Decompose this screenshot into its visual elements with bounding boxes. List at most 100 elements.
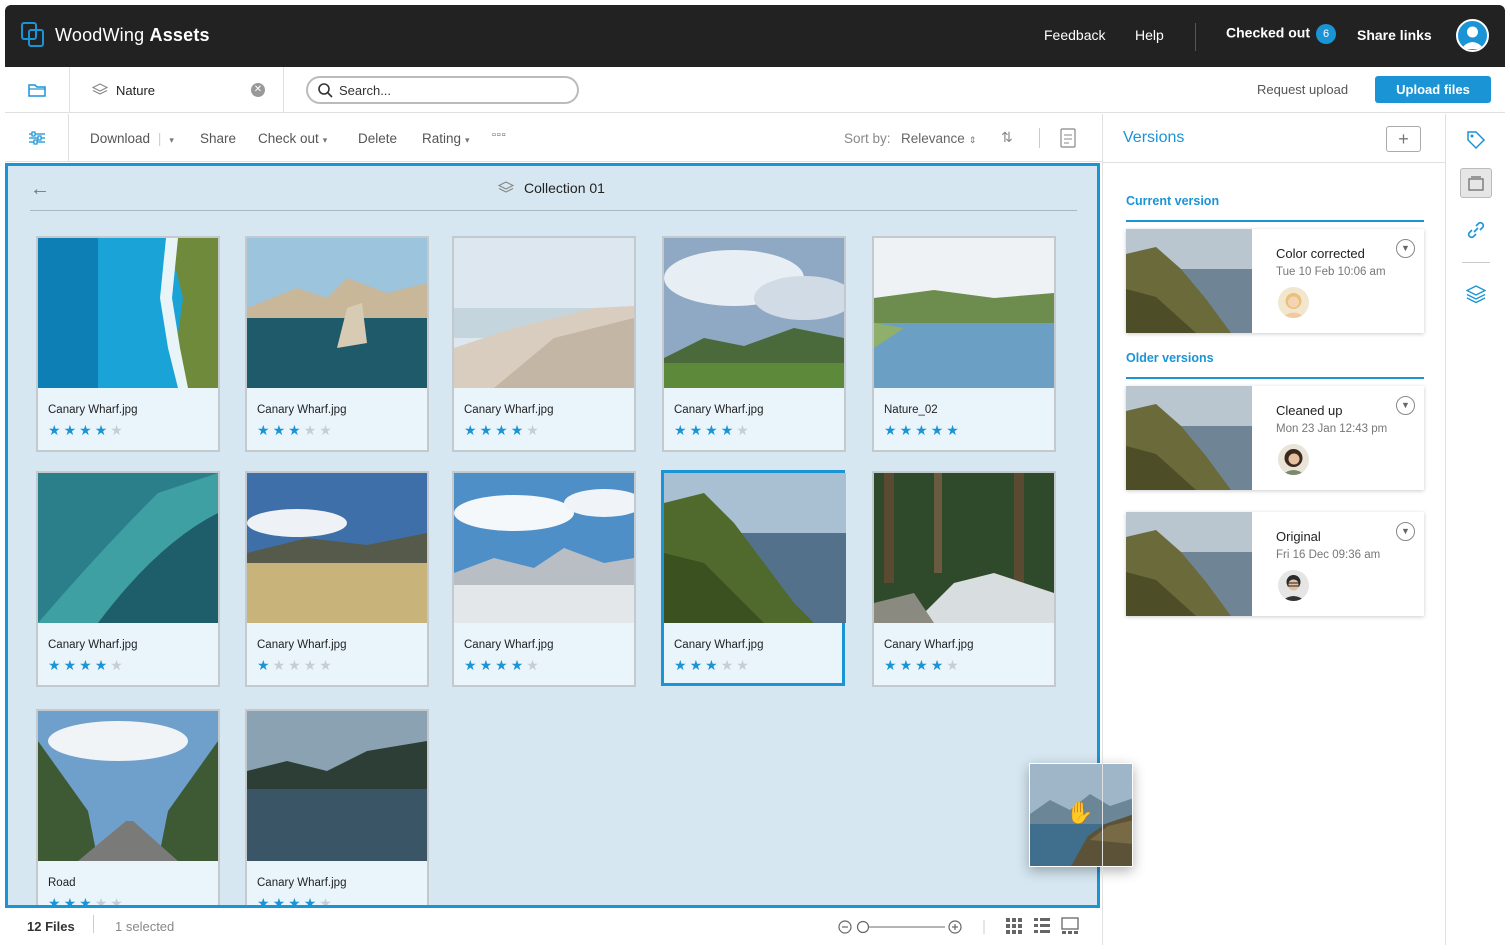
star-filled-icon[interactable]: ★ xyxy=(48,895,64,905)
star-filled-icon[interactable]: ★ xyxy=(304,895,320,905)
feedback-link[interactable]: Feedback xyxy=(1044,27,1105,43)
app-logo[interactable]: WoodWing Assets xyxy=(21,22,210,48)
star-filled-icon[interactable]: ★ xyxy=(79,422,95,438)
star-filled-icon[interactable]: ★ xyxy=(511,422,527,438)
asset-card[interactable]: Nature_02 ★★★★★ xyxy=(872,236,1056,452)
star-empty-icon[interactable]: ★ xyxy=(721,657,737,673)
link-icon[interactable] xyxy=(1464,218,1488,242)
asset-card[interactable]: Canary Wharf.jpg ★★★★★ xyxy=(872,471,1056,687)
share-button[interactable]: Share xyxy=(200,131,236,146)
asset-card[interactable]: Canary Wharf.jpg ★★★★★ xyxy=(245,236,429,452)
share-links-link[interactable]: Share links xyxy=(1357,27,1432,43)
asset-rating[interactable]: ★★★★★ xyxy=(674,422,752,439)
asset-card[interactable]: Canary Wharf.jpg ★★★★★ xyxy=(245,471,429,687)
star-empty-icon[interactable]: ★ xyxy=(319,895,335,905)
star-empty-icon[interactable]: ★ xyxy=(526,657,542,673)
star-filled-icon[interactable]: ★ xyxy=(705,422,721,438)
star-filled-icon[interactable]: ★ xyxy=(495,657,511,673)
asset-rating[interactable]: ★★★★★ xyxy=(48,422,126,439)
tag-icon[interactable] xyxy=(1464,128,1488,152)
star-filled-icon[interactable]: ★ xyxy=(690,657,706,673)
star-filled-icon[interactable]: ★ xyxy=(273,895,289,905)
list-view-icon[interactable] xyxy=(1033,917,1051,935)
asset-rating[interactable]: ★★★★★ xyxy=(257,422,335,439)
star-filled-icon[interactable]: ★ xyxy=(931,657,947,673)
star-filled-icon[interactable]: ★ xyxy=(48,422,64,438)
star-empty-icon[interactable]: ★ xyxy=(946,657,962,673)
star-filled-icon[interactable]: ★ xyxy=(288,895,304,905)
star-filled-icon[interactable]: ★ xyxy=(95,657,111,673)
star-filled-icon[interactable]: ★ xyxy=(915,422,931,438)
asset-card[interactable]: Canary Wharf.jpg ★★★★★ xyxy=(452,471,636,687)
version-card-current[interactable]: Color corrected Tue 10 Feb 10:06 am ▼ xyxy=(1126,229,1424,333)
add-version-button[interactable]: + xyxy=(1386,126,1421,152)
sort-dropdown[interactable]: Relevance ⇕ xyxy=(901,131,976,146)
grid-view-icon[interactable] xyxy=(1005,917,1023,935)
star-empty-icon[interactable]: ★ xyxy=(736,422,752,438)
star-empty-icon[interactable]: ★ xyxy=(288,657,304,673)
details-panel-toggle[interactable] xyxy=(1060,128,1076,151)
star-filled-icon[interactable]: ★ xyxy=(946,422,962,438)
star-filled-icon[interactable]: ★ xyxy=(884,657,900,673)
rating-button[interactable]: Rating ▾ xyxy=(422,131,470,146)
help-link[interactable]: Help xyxy=(1135,27,1164,43)
star-filled-icon[interactable]: ★ xyxy=(464,657,480,673)
asset-card[interactable]: Canary Wharf.jpg ★★★★★ xyxy=(36,471,220,687)
asset-rating[interactable]: ★★★★★ xyxy=(464,657,542,674)
star-empty-icon[interactable]: ★ xyxy=(304,422,320,438)
star-empty-icon[interactable]: ★ xyxy=(319,657,335,673)
star-empty-icon[interactable]: ★ xyxy=(95,895,111,905)
upload-files-button[interactable]: Upload files xyxy=(1375,76,1491,103)
zoom-slider[interactable] xyxy=(837,919,1007,935)
back-arrow-icon[interactable]: ← xyxy=(30,178,50,201)
sort-direction-icon[interactable]: ⇅ xyxy=(1001,129,1013,146)
version-expand-icon[interactable]: ▼ xyxy=(1396,239,1415,258)
asset-rating[interactable]: ★★★★★ xyxy=(48,657,126,674)
star-filled-icon[interactable]: ★ xyxy=(257,895,273,905)
star-filled-icon[interactable]: ★ xyxy=(900,657,916,673)
version-expand-icon[interactable]: ▼ xyxy=(1396,522,1415,541)
star-empty-icon[interactable]: ★ xyxy=(736,657,752,673)
asset-rating[interactable]: ★★★★★ xyxy=(674,657,752,674)
tab-nature[interactable]: Nature ✕ xyxy=(70,67,284,113)
star-empty-icon[interactable]: ★ xyxy=(319,422,335,438)
star-filled-icon[interactable]: ★ xyxy=(884,422,900,438)
star-filled-icon[interactable]: ★ xyxy=(64,422,80,438)
star-filled-icon[interactable]: ★ xyxy=(480,657,496,673)
star-filled-icon[interactable]: ★ xyxy=(690,422,706,438)
star-filled-icon[interactable]: ★ xyxy=(288,422,304,438)
star-filled-icon[interactable]: ★ xyxy=(915,657,931,673)
search-box[interactable] xyxy=(306,76,579,104)
star-empty-icon[interactable]: ★ xyxy=(526,422,542,438)
star-empty-icon[interactable]: ★ xyxy=(110,657,126,673)
star-filled-icon[interactable]: ★ xyxy=(480,422,496,438)
star-empty-icon[interactable]: ★ xyxy=(110,422,126,438)
star-empty-icon[interactable]: ★ xyxy=(110,895,126,905)
checked-out-link[interactable]: Checked out 6 xyxy=(1226,24,1337,44)
asset-card[interactable]: Canary Wharf.jpg ★★★★★ xyxy=(452,236,636,452)
search-input[interactable] xyxy=(339,82,559,98)
asset-card[interactable]: Canary Wharf.jpg ★★★★★ xyxy=(662,236,846,452)
version-expand-icon[interactable]: ▼ xyxy=(1396,396,1415,415)
check-out-button[interactable]: Check out ▾ xyxy=(258,131,327,146)
close-tab-icon[interactable]: ✕ xyxy=(251,83,265,97)
delete-button[interactable]: Delete xyxy=(358,131,397,146)
download-button[interactable]: Download | ▾ xyxy=(90,131,174,146)
versions-rail-icon[interactable] xyxy=(1460,168,1492,198)
filter-button[interactable] xyxy=(5,114,69,162)
layers-stack-icon[interactable] xyxy=(1464,282,1488,306)
star-filled-icon[interactable]: ★ xyxy=(511,657,527,673)
star-filled-icon[interactable]: ★ xyxy=(721,422,737,438)
version-card-older-1[interactable]: Cleaned up Mon 23 Jan 12:43 pm ▼ xyxy=(1126,386,1424,490)
star-filled-icon[interactable]: ★ xyxy=(79,895,95,905)
star-filled-icon[interactable]: ★ xyxy=(674,657,690,673)
asset-rating[interactable]: ★★★★★ xyxy=(884,657,962,674)
large-view-icon[interactable] xyxy=(1061,917,1079,935)
star-filled-icon[interactable]: ★ xyxy=(257,422,273,438)
asset-rating[interactable]: ★★★★★ xyxy=(464,422,542,439)
asset-card[interactable]: Canary Wharf.jpg ★★★★★ xyxy=(36,236,220,452)
star-filled-icon[interactable]: ★ xyxy=(64,895,80,905)
star-filled-icon[interactable]: ★ xyxy=(900,422,916,438)
star-filled-icon[interactable]: ★ xyxy=(48,657,64,673)
star-filled-icon[interactable]: ★ xyxy=(257,657,273,673)
